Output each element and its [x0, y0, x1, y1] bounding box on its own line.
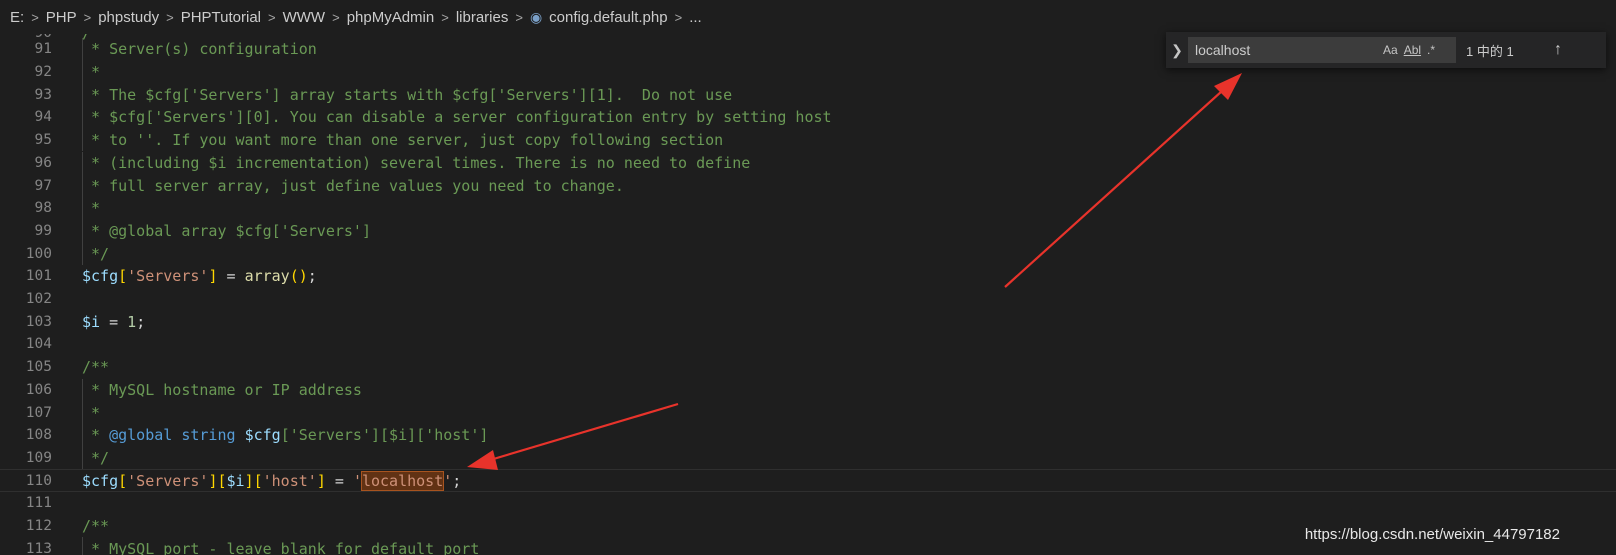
code-line[interactable]: 96 * (including $i incrementation) sever…	[0, 151, 1616, 175]
line-number: 94	[34, 109, 52, 126]
line-number: 107	[25, 404, 52, 421]
code-text: *	[82, 403, 101, 422]
line-number: 112	[25, 518, 52, 535]
line-number: 98	[34, 200, 52, 217]
regex-icon[interactable]: .*	[1427, 43, 1435, 57]
breadcrumb-item-more[interactable]: ...	[689, 9, 702, 26]
code-text: * full server array, just define values …	[82, 176, 624, 195]
code-line[interactable]: 111	[0, 492, 1616, 515]
breadcrumb-separator: >	[674, 9, 683, 25]
code-line[interactable]: 99 * @global array $cfg['Servers']	[0, 219, 1616, 243]
code-line[interactable]: 97 * full server array, just define valu…	[0, 174, 1616, 197]
code-text: $cfg['Servers'] = array();	[82, 267, 317, 286]
line-number: 101	[25, 268, 52, 285]
code-text: * @global string $cfg['Servers'][$i]['ho…	[82, 426, 489, 445]
line-number: 110	[25, 472, 52, 489]
code-text: * (including $i incrementation) several …	[82, 153, 751, 172]
code-text: *	[82, 199, 101, 218]
breadcrumb-item-phptutorial[interactable]: PHPTutorial	[181, 9, 261, 26]
chevron-right-icon[interactable]: ❯	[1166, 42, 1188, 59]
line-number: 106	[25, 381, 52, 398]
whole-word-icon[interactable]: Abl	[1404, 43, 1421, 57]
line-number: 100	[25, 245, 52, 262]
code-text: $cfg['Servers'][$i]['host'] = 'localhost…	[82, 470, 462, 491]
code-line[interactable]: 103 $i = 1;	[0, 310, 1616, 333]
code-line[interactable]: 101 $cfg['Servers'] = array();	[0, 265, 1616, 288]
breadcrumb-separator: >	[515, 9, 523, 25]
breadcrumb-item-phpstudy[interactable]: phpstudy	[98, 9, 159, 26]
code-text: /**	[82, 358, 110, 377]
code-text: * MySQL port - leave blank for default p…	[82, 539, 480, 555]
code-line[interactable]: 93 * The $cfg['Servers'] array starts wi…	[0, 83, 1616, 107]
code-editor[interactable]: 90 / 91 * Server(s) configuration 92 * 9…	[0, 34, 1616, 555]
code-line[interactable]: 95 * to ''. If you want more than one se…	[0, 128, 1616, 152]
code-text: * $cfg['Servers'][0]. You can disable a …	[82, 108, 832, 127]
breadcrumb-separator: >	[166, 9, 174, 25]
code-line[interactable]: 108 * @global string $cfg['Servers'][$i]…	[0, 423, 1616, 447]
breadcrumb-item-php[interactable]: PHP	[46, 9, 77, 26]
breadcrumb-separator: >	[268, 9, 276, 25]
find-input[interactable]	[1189, 41, 1377, 59]
code-line[interactable]: 109 */	[0, 446, 1616, 470]
line-number: 113	[25, 540, 52, 555]
line-number: 93	[34, 86, 52, 103]
breadcrumb-item-phpmyadmin[interactable]: phpMyAdmin	[347, 9, 435, 26]
code-text: * to ''. If you want more than one serve…	[82, 131, 724, 150]
code-line[interactable]: 105 /**	[0, 356, 1616, 379]
line-number: 91	[34, 41, 52, 58]
line-number: 97	[34, 177, 52, 194]
code-line[interactable]: 102	[0, 288, 1616, 311]
code-line-current[interactable]: 110 $cfg['Servers'][$i]['host'] = 'local…	[0, 469, 1616, 492]
search-match-highlight: localhost	[360, 470, 445, 491]
code-line[interactable]: 106 * MySQL hostname or IP address	[0, 378, 1616, 402]
php-file-icon: ◉	[529, 8, 543, 25]
breadcrumb-separator: >	[332, 9, 340, 25]
code-text: * The $cfg['Servers'] array starts with …	[82, 85, 733, 104]
breadcrumb-separator: >	[83, 9, 92, 25]
line-number: 95	[34, 132, 52, 149]
line-number: 96	[34, 154, 52, 171]
line-number: 92	[34, 64, 52, 81]
watermark: https://blog.csdn.net/weixin_44797182	[1304, 526, 1560, 543]
code-text: */	[82, 244, 110, 263]
breadcrumb-separator: >	[31, 9, 39, 25]
code-text: * @global array $cfg['Servers']	[82, 221, 371, 240]
match-case-icon[interactable]: Aa	[1383, 43, 1398, 57]
code-line[interactable]: 98 *	[0, 196, 1616, 220]
code-text: * MySQL hostname or IP address	[82, 380, 362, 399]
code-text: *	[82, 63, 101, 82]
find-input-box: Aa Abl .*	[1188, 37, 1456, 63]
line-number: 111	[25, 495, 52, 512]
code-line[interactable]: 107 *	[0, 401, 1616, 424]
line-number: 104	[25, 336, 52, 353]
code-text: $i = 1;	[82, 312, 146, 331]
breadcrumb-item-drive[interactable]: E:	[10, 9, 24, 26]
line-number: 105	[25, 359, 52, 376]
code-line[interactable]: 100 */	[0, 242, 1616, 265]
match-count: 1 中的 1	[1466, 43, 1514, 59]
line-number: 109	[25, 449, 52, 466]
line-number: 108	[25, 427, 52, 444]
breadcrumb-item-libraries[interactable]: libraries	[456, 9, 509, 26]
arrow-up-icon[interactable]: ↑	[1554, 41, 1562, 59]
code-text: /**	[82, 517, 110, 536]
line-number: 102	[25, 291, 52, 308]
breadcrumb-item-www[interactable]: WWW	[283, 9, 325, 26]
line-number: 103	[25, 313, 52, 330]
line-number: 99	[34, 222, 52, 239]
code-line[interactable]: 94 * $cfg['Servers'][0]. You can disable…	[0, 106, 1616, 129]
find-widget: ❯ Aa Abl .* 1 中的 1 ↑	[1166, 32, 1606, 68]
breadcrumb-separator: >	[441, 9, 449, 25]
code-text: */	[82, 448, 110, 467]
breadcrumb-item-file[interactable]: ◉ config.default.php	[530, 9, 668, 26]
code-line[interactable]: 104	[0, 333, 1616, 356]
code-text: * Server(s) configuration	[82, 40, 317, 59]
breadcrumb: E: > PHP > phpstudy > PHPTutorial > WWW …	[0, 0, 1616, 34]
